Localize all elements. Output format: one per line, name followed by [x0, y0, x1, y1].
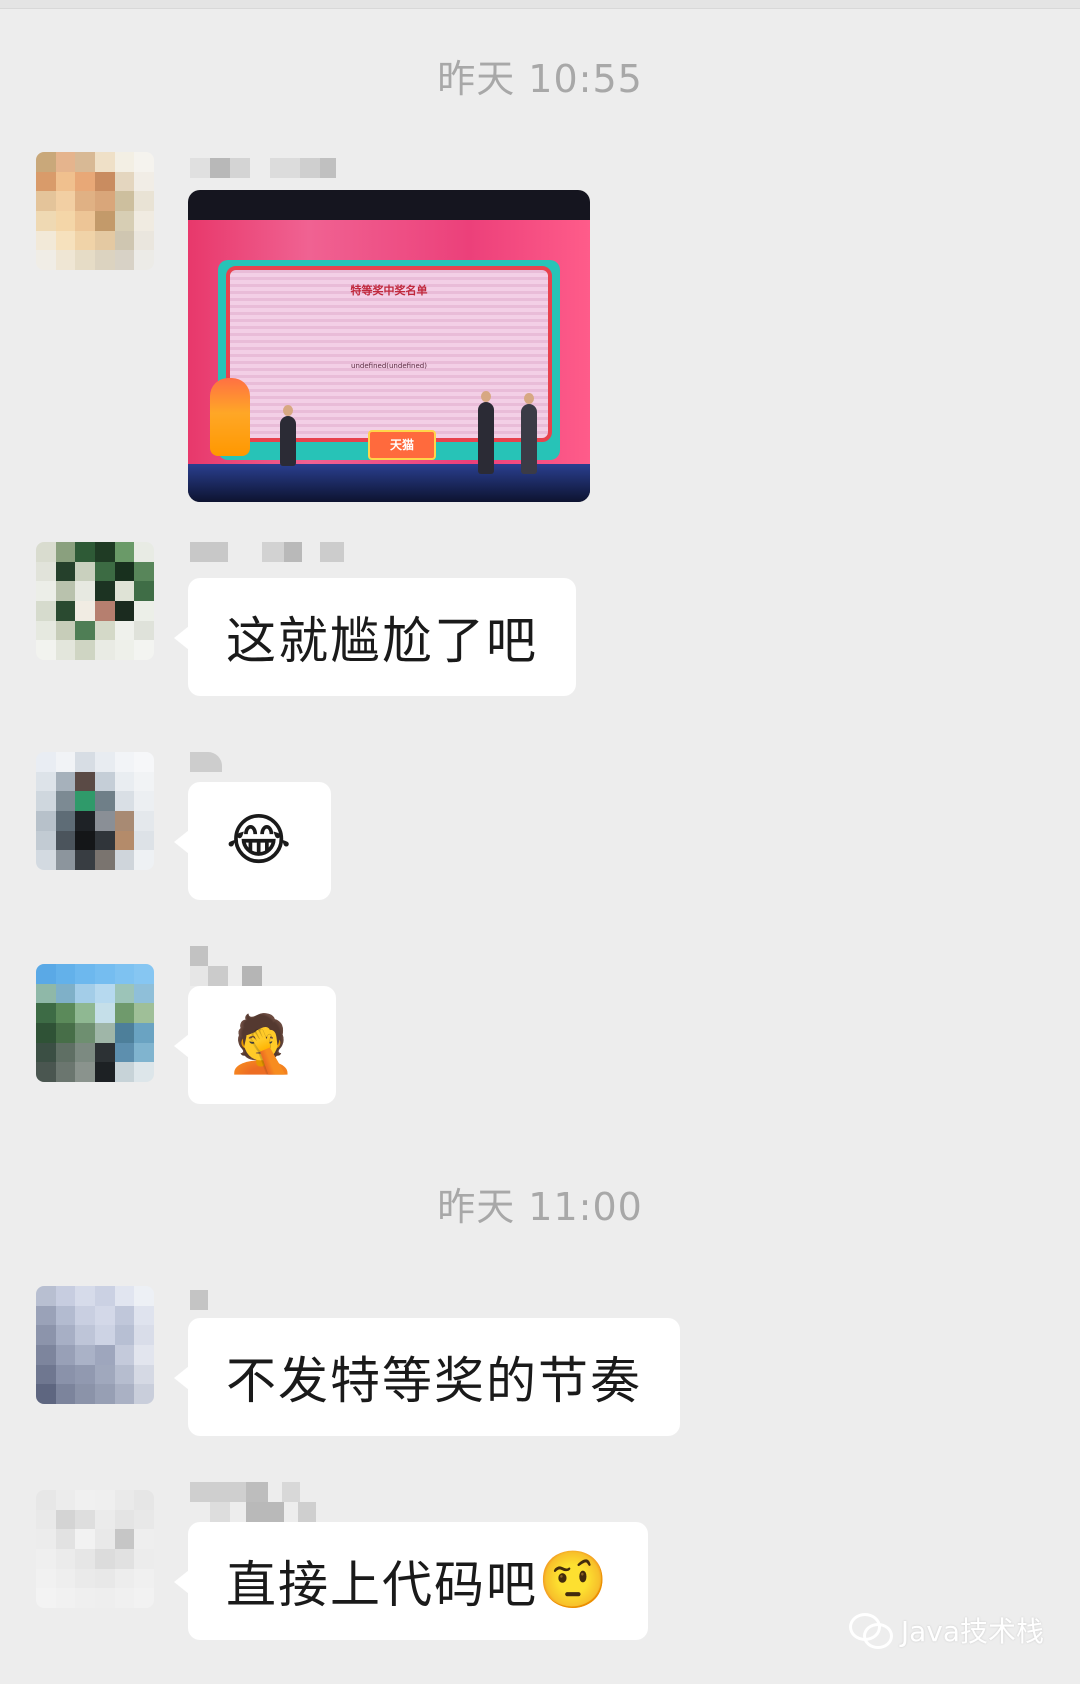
sender-name: [190, 158, 336, 184]
screen-text: undefined(undefined): [351, 362, 427, 370]
message-bubble[interactable]: 🤦: [174, 986, 336, 1104]
sender-name: [190, 1290, 208, 1316]
avatar[interactable]: [36, 964, 154, 1082]
avatar[interactable]: [36, 152, 154, 270]
watermark: Java技术栈: [848, 1610, 1044, 1650]
timestamp: 昨天 10:55: [437, 57, 643, 101]
sender-name: [190, 542, 344, 568]
host-figure: [521, 393, 537, 474]
message-text: 这就尴尬了吧: [226, 612, 538, 670]
tears-of-joy-icon: 😂: [226, 808, 294, 873]
message-text: 不发特等奖的节奏: [226, 1352, 642, 1410]
avatar[interactable]: [36, 752, 154, 870]
cartoon-figure: [210, 378, 250, 456]
image-message[interactable]: 特等奖中奖名单 undefined(undefined) 天猫: [188, 190, 590, 502]
facepalm-icon: 🤦: [226, 1012, 298, 1077]
message-bubble[interactable]: 😂: [173, 782, 332, 900]
raised-eyebrow-icon: 🤨: [538, 1548, 610, 1613]
avatar[interactable]: [36, 542, 154, 660]
wechat-icon: [848, 1613, 893, 1649]
stage-screen: 特等奖中奖名单 undefined(undefined): [226, 266, 552, 442]
host-figure: [478, 391, 494, 474]
avatar[interactable]: [36, 1490, 154, 1608]
screen-title: 特等奖中奖名单: [350, 284, 428, 297]
stage-logo: 天猫: [368, 430, 436, 460]
message-bubble[interactable]: 这就尴尬了吧: [174, 578, 576, 696]
message-bubble[interactable]: 不发特等奖的节奏: [174, 1318, 680, 1436]
top-divider: [0, 0, 1080, 9]
message-text: 直接上代码吧: [226, 1556, 538, 1614]
timestamp: 昨天 11:00: [437, 1185, 643, 1229]
sender-name: [190, 752, 222, 778]
watermark-text: Java技术栈: [900, 1615, 1044, 1648]
avatar[interactable]: [36, 1286, 154, 1404]
host-figure: [280, 405, 296, 466]
message-bubble[interactable]: 直接上代码吧 🤨: [174, 1522, 648, 1640]
